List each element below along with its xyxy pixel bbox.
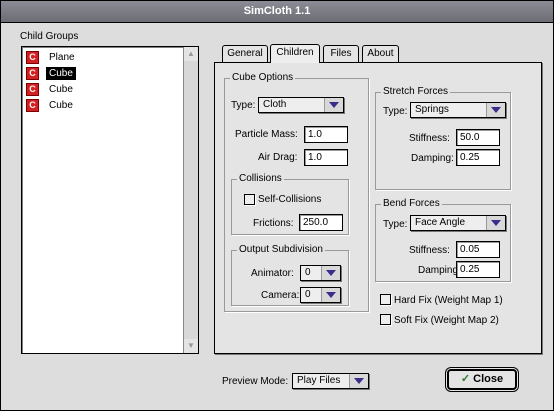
checkmark-icon: ✓	[460, 373, 471, 385]
animator-value: 0	[305, 267, 311, 278]
bend-damping-field[interactable]: 0.25	[456, 261, 500, 278]
chevron-down-icon	[321, 266, 340, 280]
cube-options-title: Cube Options	[230, 72, 296, 83]
self-collisions-label: Self-Collisions	[258, 194, 322, 205]
child-groups-list[interactable]: C Plane C Cube C Cube C Cube ▲ ▼	[21, 46, 199, 354]
cube-type-label: Type:	[231, 100, 256, 111]
air-drag-field[interactable]: 1.0	[304, 149, 348, 166]
soft-fix-checkbox[interactable]	[380, 314, 391, 325]
tab-children[interactable]: Children	[270, 44, 320, 63]
close-button[interactable]: ✓ Close	[447, 369, 517, 390]
list-item-label: Cube	[49, 100, 73, 111]
stretch-type-value: Springs	[415, 104, 449, 115]
red-c-icon: C	[26, 51, 39, 64]
preview-mode-value: Play Files	[297, 375, 341, 386]
scroll-up-arrow-icon[interactable]: ▲	[184, 47, 198, 61]
bend-stiffness-field[interactable]: 0.05	[456, 241, 500, 258]
bend-type-popup[interactable]: Face Angle	[410, 215, 506, 231]
preview-mode-popup[interactable]: Play Files	[292, 373, 369, 389]
cube-type-value: Cloth	[263, 99, 287, 110]
soft-fix-label: Soft Fix (Weight Map 2)	[394, 315, 499, 326]
close-button-label: Close	[473, 373, 504, 385]
stretch-type-label: Type:	[383, 106, 408, 117]
cube-type-popup[interactable]: Cloth	[258, 97, 344, 113]
bend-stiffness-label: Stiffness:	[409, 245, 450, 256]
list-item-label: Plane	[49, 52, 75, 63]
children-panel: Cube Options Type: Cloth Particle Mass: …	[214, 62, 542, 354]
stretch-damping-field[interactable]: 0.25	[456, 149, 500, 166]
list-item[interactable]: C Cube	[26, 82, 186, 97]
camera-value: 0	[305, 289, 311, 300]
animator-popup[interactable]: 0	[300, 265, 341, 281]
camera-label: Camera:	[261, 290, 300, 301]
tab-general[interactable]: General	[222, 45, 268, 62]
bend-type-value: Face Angle	[415, 217, 466, 228]
tab-about[interactable]: About	[362, 45, 399, 62]
stretch-forces-title: Stretch Forces	[381, 86, 451, 97]
chevron-down-icon	[321, 288, 340, 302]
frictions-field[interactable]: 250.0	[299, 214, 343, 231]
preview-mode-label: Preview Mode:	[222, 376, 289, 387]
bend-type-label: Type:	[383, 219, 408, 230]
child-groups-label: Child Groups	[20, 31, 79, 42]
animator-label: Animator:	[251, 268, 294, 279]
list-scrollbar[interactable]: ▲ ▼	[183, 47, 198, 353]
output-subdivision-title: Output Subdivision	[237, 244, 325, 255]
stretch-stiffness-label: Stiffness:	[409, 133, 450, 144]
tab-files[interactable]: Files	[323, 45, 359, 62]
stretch-stiffness-field[interactable]: 50.0	[456, 129, 500, 146]
hard-fix-checkbox[interactable]	[380, 294, 391, 305]
frictions-label: Frictions:	[253, 218, 294, 229]
list-item[interactable]: C Cube	[26, 98, 186, 113]
air-drag-label: Air Drag:	[258, 152, 298, 163]
simcloth-window: SimCloth 1.1 Child Groups C Plane C Cube…	[0, 0, 554, 411]
chevron-down-icon	[324, 98, 343, 112]
chevron-down-icon	[486, 103, 505, 117]
chevron-down-icon	[349, 374, 368, 388]
list-item[interactable]: C Plane	[26, 50, 186, 65]
hard-fix-label: Hard Fix (Weight Map 1)	[394, 295, 503, 306]
stretch-type-popup[interactable]: Springs	[410, 102, 506, 118]
bend-forces-title: Bend Forces	[381, 198, 442, 209]
list-item[interactable]: C Cube	[26, 66, 186, 81]
chevron-down-icon	[486, 216, 505, 230]
scroll-down-arrow-icon[interactable]: ▼	[184, 339, 198, 353]
title-bar[interactable]: SimCloth 1.1	[1, 1, 553, 23]
stretch-damping-label: Damping:	[411, 153, 454, 164]
camera-popup[interactable]: 0	[300, 287, 341, 303]
red-c-icon: C	[26, 83, 39, 96]
collisions-title: Collisions	[237, 173, 284, 184]
window-title: SimCloth 1.1	[243, 5, 311, 17]
bend-damping-label: Damping	[418, 265, 459, 276]
list-item-label: Cube	[49, 84, 73, 95]
self-collisions-checkbox[interactable]	[244, 194, 255, 205]
red-c-icon: C	[26, 67, 39, 80]
list-item-label: Cube	[46, 67, 76, 80]
red-c-icon: C	[26, 99, 39, 112]
particle-mass-label: Particle Mass:	[235, 129, 298, 140]
particle-mass-field[interactable]: 1.0	[304, 126, 348, 143]
